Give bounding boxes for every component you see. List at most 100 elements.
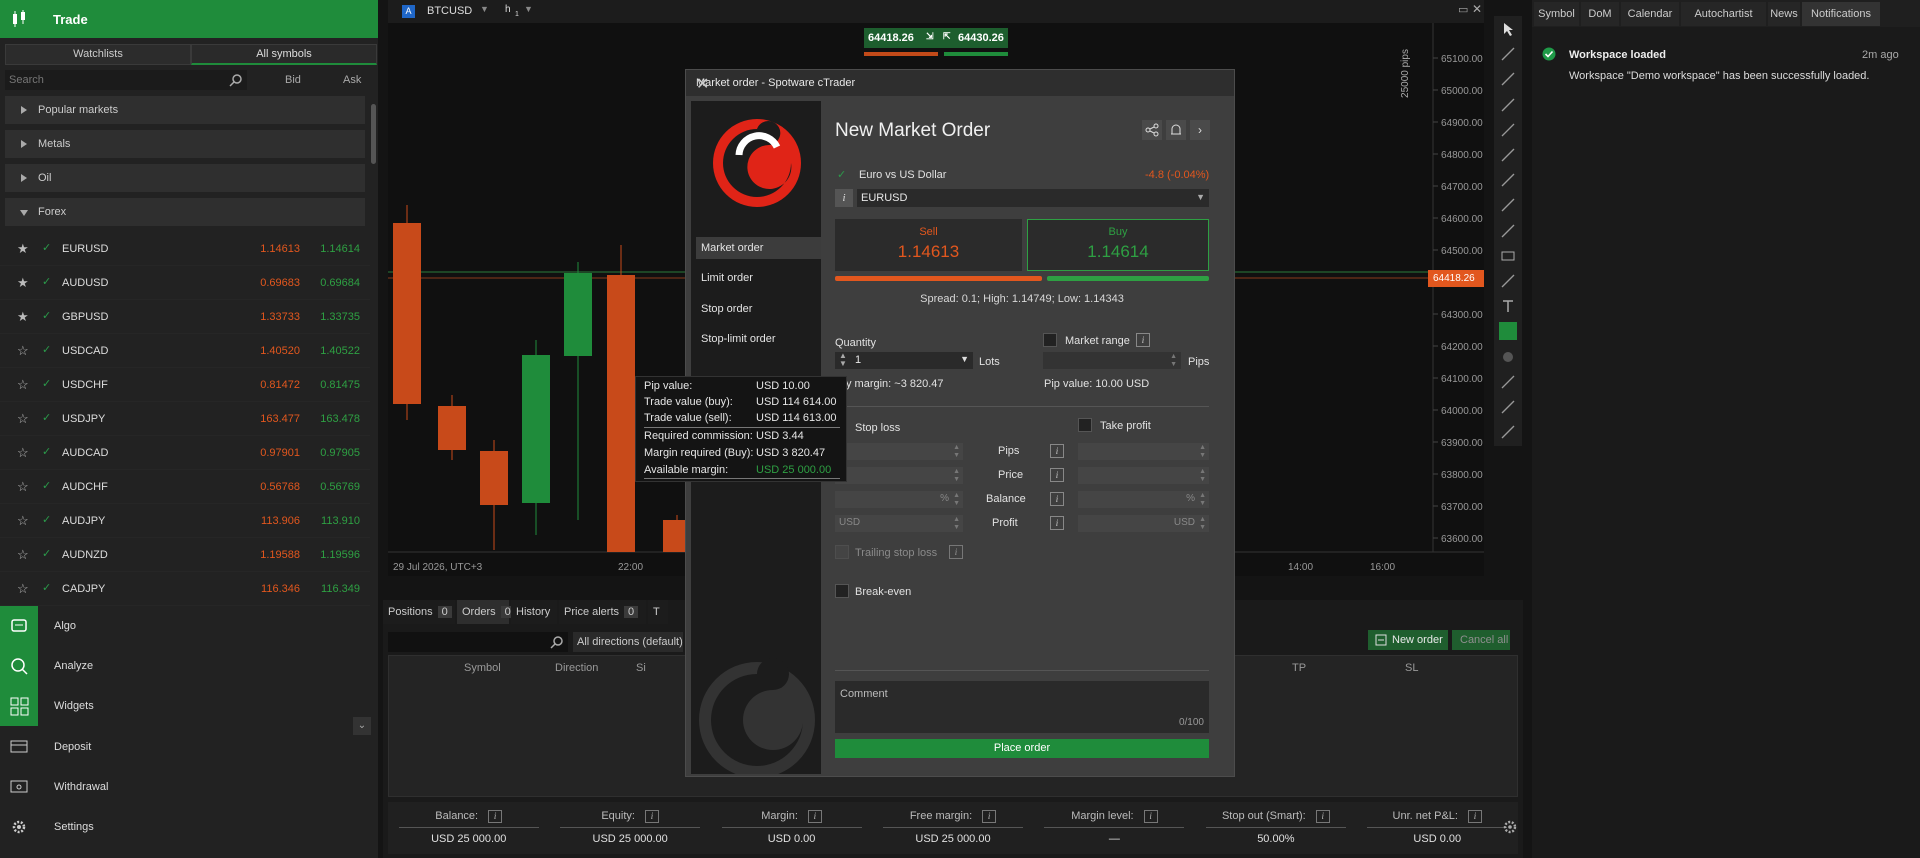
favorite-star-icon[interactable]: ☆: [17, 581, 29, 597]
symbol-bid[interactable]: 0.97901: [226, 447, 300, 459]
candle-body[interactable]: [438, 406, 466, 450]
cursor-icon[interactable]: [1499, 20, 1517, 38]
stepper-icon[interactable]: ▲ ▼: [1170, 353, 1177, 369]
symbol-bid[interactable]: 1.33733: [226, 311, 300, 323]
favorite-star-icon[interactable]: ☆: [17, 547, 29, 563]
search-icon[interactable]: [229, 73, 243, 87]
nav-algo[interactable]: Algo: [0, 606, 378, 646]
info-icon[interactable]: i: [807, 810, 822, 823]
camera-icon[interactable]: [1499, 373, 1517, 391]
comment-field[interactable]: Comment 0/100: [835, 681, 1209, 733]
symbol-row[interactable]: ★ ✓ GBPUSD 1.33733 1.33735: [0, 300, 370, 334]
symbol-bid[interactable]: 1.40520: [226, 345, 300, 357]
stop-loss-input[interactable]: % ▲ ▼: [835, 491, 963, 508]
chart-symbol-badge[interactable]: A: [402, 5, 415, 18]
take-profit-input[interactable]: % ▲ ▼: [1078, 491, 1209, 508]
symbol-bid[interactable]: 1.19588: [226, 549, 300, 561]
info-icon[interactable]: i: [1467, 810, 1482, 823]
nav-widgets[interactable]: Widgets ⌄: [0, 686, 378, 735]
order-type-limit[interactable]: Limit order: [696, 267, 821, 289]
market-range-input[interactable]: ▲ ▼: [1043, 352, 1181, 369]
pitchfork-icon[interactable]: [1499, 196, 1517, 214]
maximize-icon[interactable]: ▭: [1458, 3, 1468, 16]
fib-icon[interactable]: [1499, 171, 1517, 189]
symbol-row[interactable]: ★ ✓ AUDUSD 0.69683 0.69684: [0, 266, 370, 300]
symbol-ask[interactable]: 0.69684: [300, 277, 360, 289]
chart-symbol[interactable]: BTCUSD: [427, 5, 472, 17]
nav-deposit[interactable]: Deposit: [0, 727, 378, 767]
symbol-ask[interactable]: 1.14614: [300, 243, 360, 255]
stop-loss-input[interactable]: USD ▲ ▼: [835, 515, 963, 532]
nav-analyze[interactable]: Analyze: [0, 646, 378, 686]
favorite-star-icon[interactable]: ☆: [17, 343, 29, 359]
favorite-star-icon[interactable]: ☆: [17, 377, 29, 393]
category-oil[interactable]: Oil: [5, 164, 365, 192]
symbol-row[interactable]: ☆ ✓ CADJPY 116.346 116.349: [0, 572, 370, 606]
favorite-star-icon[interactable]: ☆: [17, 445, 29, 461]
place-order-button[interactable]: Place order: [835, 739, 1209, 758]
dialog-titlebar[interactable]: Market order - Spotware cTrader ✕: [686, 70, 1234, 96]
col-tp[interactable]: TP: [1292, 662, 1306, 674]
zoom-icon[interactable]: [1499, 96, 1517, 114]
close-icon[interactable]: ✕: [1472, 2, 1482, 16]
nav-withdrawal[interactable]: Withdrawal: [0, 767, 378, 807]
candle-body[interactable]: [480, 451, 508, 505]
favorite-star-icon[interactable]: ☆: [17, 411, 29, 427]
take-profit-checkbox[interactable]: [1078, 418, 1092, 432]
pencil-icon[interactable]: [1499, 146, 1517, 164]
chevron-down-icon[interactable]: ▼: [524, 4, 533, 14]
symbol-row[interactable]: ☆ ✓ AUDCHF 0.56768 0.56769: [0, 470, 370, 504]
tab-news[interactable]: News: [1768, 2, 1800, 26]
chart-timeframe[interactable]: h: [505, 4, 511, 15]
take-profit-input[interactable]: USD ▲ ▼: [1078, 515, 1209, 532]
tab-orders[interactable]: Orders 0: [457, 600, 515, 624]
search-icon[interactable]: [550, 635, 564, 649]
info-icon[interactable]: i: [1315, 810, 1330, 823]
stepper-icon[interactable]: ▲ ▼: [1199, 492, 1206, 508]
break-even-checkbox[interactable]: [835, 584, 849, 598]
symbol-bid[interactable]: 0.56768: [226, 481, 300, 493]
crosshair-icon[interactable]: [1499, 45, 1517, 63]
share-button[interactable]: [1142, 120, 1162, 140]
market-range-checkbox[interactable]: [1043, 333, 1057, 347]
symbol-row[interactable]: ★ ✓ EURUSD 1.14613 1.14614: [0, 232, 370, 266]
candle-body[interactable]: [522, 355, 550, 503]
tab-symbol[interactable]: Symbol: [1534, 2, 1579, 26]
stepper-icon[interactable]: ▲ ▼: [1199, 444, 1206, 460]
info-icon[interactable]: i: [644, 810, 659, 823]
chevron-down-icon[interactable]: ▼: [480, 4, 489, 14]
stepper-icon[interactable]: ▲ ▼: [953, 468, 960, 484]
col-direction[interactable]: Direction: [555, 662, 598, 674]
tab-dom[interactable]: DoM: [1581, 2, 1619, 26]
info-icon[interactable]: i: [1050, 492, 1064, 506]
tab-calendar[interactable]: Calendar: [1621, 2, 1679, 26]
stepper-icon[interactable]: ▲ ▼: [839, 352, 847, 368]
gear-icon[interactable]: [1502, 819, 1518, 835]
info-icon[interactable]: i: [1050, 516, 1064, 530]
market-range-info-icon[interactable]: i: [1136, 333, 1150, 347]
info-icon[interactable]: i: [1050, 444, 1064, 458]
take-profit-input[interactable]: ▲ ▼: [1078, 443, 1209, 460]
symbol-ask[interactable]: 1.19596: [300, 549, 360, 561]
symbol-select[interactable]: EURUSD ▼: [857, 189, 1209, 207]
close-icon[interactable]: ✕: [696, 74, 1226, 94]
buy-button[interactable]: Buy 1.14614: [1027, 219, 1209, 271]
nav-settings[interactable]: Settings: [0, 807, 378, 847]
symbol-ask[interactable]: 0.81475: [300, 379, 360, 391]
symbol-row[interactable]: ☆ ✓ AUDNZD 1.19588 1.19596: [0, 538, 370, 572]
candle-body[interactable]: [564, 273, 592, 356]
info-icon[interactable]: i: [982, 810, 997, 823]
symbol-bid[interactable]: 1.14613: [226, 243, 300, 255]
symbol-ask[interactable]: 1.33735: [300, 311, 360, 323]
trailing-info-icon[interactable]: i: [949, 545, 963, 559]
symbol-info-button[interactable]: i: [835, 189, 853, 207]
chevron-down-icon[interactable]: ▼: [960, 354, 969, 364]
symbol-bid[interactable]: 163.477: [226, 413, 300, 425]
candle-body[interactable]: [393, 223, 421, 404]
symbol-ask[interactable]: 116.349: [300, 583, 360, 595]
tab-watchlists[interactable]: Watchlists: [5, 44, 191, 65]
symbol-ask[interactable]: 0.97905: [300, 447, 360, 459]
info-icon[interactable]: i: [488, 810, 503, 823]
take-profit-input[interactable]: ▲ ▼: [1078, 467, 1209, 484]
sell-button[interactable]: Sell 1.14613: [835, 219, 1022, 271]
